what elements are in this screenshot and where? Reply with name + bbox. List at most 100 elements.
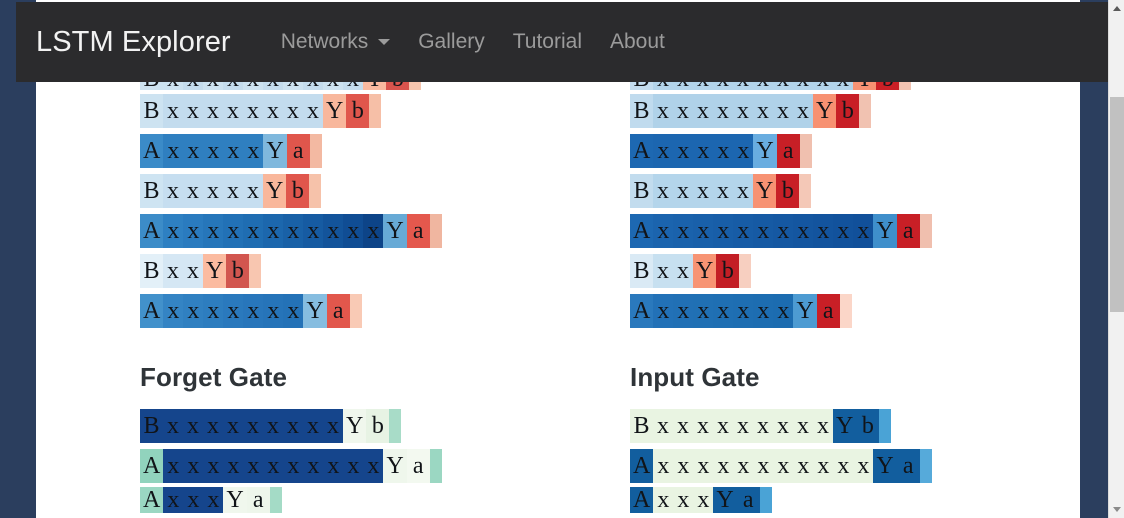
- sequence-cell[interactable]: x: [653, 174, 673, 208]
- sequence-cell[interactable]: x: [733, 409, 753, 443]
- sequence-row[interactable]: BxxxxxxxxYb: [630, 92, 1080, 130]
- sequence-cell[interactable]: x: [673, 214, 694, 248]
- sequence-row[interactable]: BxxYb: [630, 252, 1080, 290]
- sequence-row[interactable]: BxxxxxxxxxxYb: [140, 82, 630, 90]
- sequence-cell[interactable]: x: [813, 449, 834, 483]
- sequence-cell[interactable]: x: [223, 82, 243, 90]
- sequence-cell[interactable]: x: [813, 409, 833, 443]
- sequence-cell[interactable]: x: [653, 449, 674, 483]
- nav-link-tutorial[interactable]: Tutorial: [499, 30, 596, 54]
- sequence-cell[interactable]: a: [896, 449, 920, 483]
- sequence-cell[interactable]: x: [793, 214, 814, 248]
- sequence-cell[interactable]: x: [283, 409, 303, 443]
- sequence-row[interactable]: BxxxxxYb: [140, 172, 630, 210]
- sequence-cell[interactable]: b: [876, 82, 900, 90]
- sequence-cell[interactable]: Y: [383, 449, 407, 483]
- sequence-cell[interactable]: B: [630, 174, 653, 208]
- sequence-cell[interactable]: x: [183, 82, 203, 90]
- sequence-cell-pad[interactable]: [309, 134, 322, 168]
- sequence-cell[interactable]: x: [673, 254, 693, 288]
- sequence-cell[interactable]: A: [140, 294, 164, 328]
- scroll-down-arrow-icon[interactable]: [1109, 501, 1124, 518]
- sequence-cell[interactable]: B: [630, 254, 653, 288]
- sequence-cell[interactable]: A: [140, 214, 164, 248]
- sequence-cell[interactable]: x: [263, 214, 284, 248]
- sequence-cell[interactable]: x: [733, 174, 753, 208]
- sequence-cell[interactable]: x: [653, 294, 674, 328]
- sequence-cell[interactable]: x: [793, 82, 813, 90]
- sequence-cell[interactable]: Y: [753, 134, 777, 168]
- sequence-cell[interactable]: A: [630, 294, 654, 328]
- sequence-cell[interactable]: x: [753, 449, 774, 483]
- sequence-cell[interactable]: x: [163, 82, 183, 90]
- sequence-row[interactable]: AxxxxxxxYa: [630, 292, 1080, 330]
- sequence-cell[interactable]: x: [223, 174, 243, 208]
- sequence-cell[interactable]: x: [343, 449, 364, 483]
- sequence-cell[interactable]: x: [243, 294, 264, 328]
- sequence-cell[interactable]: Y: [263, 134, 287, 168]
- sequence-cell[interactable]: Y: [323, 94, 347, 128]
- sequence-cell[interactable]: x: [833, 82, 853, 90]
- sequence-cell[interactable]: x: [343, 214, 364, 248]
- sequence-cell[interactable]: x: [653, 214, 674, 248]
- sequence-cell[interactable]: x: [673, 82, 693, 90]
- sequence-cell[interactable]: b: [226, 254, 250, 288]
- sequence-cell[interactable]: x: [163, 409, 183, 443]
- sequence-cell[interactable]: Y: [793, 294, 817, 328]
- sequence-cell[interactable]: Y: [363, 82, 387, 90]
- sequence-cell[interactable]: x: [363, 214, 384, 248]
- sequence-cell[interactable]: b: [366, 409, 390, 443]
- sequence-cell[interactable]: a: [896, 214, 920, 248]
- sequence-cell[interactable]: x: [773, 82, 793, 90]
- sequence-cell[interactable]: x: [243, 449, 264, 483]
- sequence-cell[interactable]: x: [163, 294, 184, 328]
- sequence-cell[interactable]: a: [736, 487, 760, 513]
- sequence-cell[interactable]: a: [816, 294, 840, 328]
- sequence-cell[interactable]: x: [283, 94, 303, 128]
- sequence-cell[interactable]: x: [163, 449, 184, 483]
- sequence-cell[interactable]: x: [673, 409, 693, 443]
- sequence-cell-pad[interactable]: [799, 174, 812, 208]
- sequence-cell[interactable]: B: [140, 94, 163, 128]
- sequence-cell[interactable]: x: [163, 214, 184, 248]
- sequence-cell[interactable]: A: [140, 449, 164, 483]
- sequence-cell[interactable]: x: [773, 409, 793, 443]
- sequence-cell[interactable]: Y: [873, 214, 897, 248]
- scroll-up-arrow-icon[interactable]: [1109, 0, 1124, 17]
- sequence-cell[interactable]: x: [343, 82, 363, 90]
- sequence-cell[interactable]: x: [713, 174, 733, 208]
- sequence-cell[interactable]: x: [183, 134, 204, 168]
- sequence-row[interactable]: AxxxYa: [140, 487, 630, 513]
- sequence-cell-pad[interactable]: [349, 294, 362, 328]
- sequence-cell[interactable]: x: [773, 449, 794, 483]
- sequence-cell[interactable]: x: [303, 214, 324, 248]
- sequence-row[interactable]: AxxxxxxxYa: [140, 292, 630, 330]
- sequence-cell[interactable]: x: [323, 82, 343, 90]
- sequence-cell[interactable]: x: [203, 487, 224, 513]
- sequence-cell[interactable]: x: [303, 449, 324, 483]
- sequence-row[interactable]: AxxxxxYa: [630, 132, 1080, 170]
- sequence-cell[interactable]: Y: [203, 254, 227, 288]
- sequence-cell[interactable]: x: [163, 487, 184, 513]
- sequence-cell-pad[interactable]: [369, 94, 382, 128]
- sequence-cell[interactable]: x: [163, 134, 184, 168]
- sequence-cell[interactable]: b: [386, 82, 410, 90]
- sequence-cell[interactable]: x: [673, 94, 693, 128]
- sequence-cell[interactable]: x: [653, 94, 673, 128]
- sequence-cell[interactable]: x: [163, 174, 183, 208]
- sequence-cell[interactable]: x: [163, 254, 183, 288]
- sequence-cell[interactable]: x: [283, 82, 303, 90]
- sequence-cell[interactable]: x: [773, 94, 793, 128]
- sequence-cell[interactable]: x: [183, 487, 204, 513]
- sequence-cell[interactable]: x: [653, 254, 673, 288]
- sequence-cell[interactable]: x: [183, 294, 204, 328]
- sequence-cell[interactable]: Y: [833, 409, 857, 443]
- sequence-cell[interactable]: x: [713, 214, 734, 248]
- sequence-cell[interactable]: x: [693, 294, 714, 328]
- sequence-cell[interactable]: x: [733, 94, 753, 128]
- sequence-cell[interactable]: x: [203, 174, 223, 208]
- sequence-cell[interactable]: x: [203, 294, 224, 328]
- sequence-cell[interactable]: x: [833, 214, 854, 248]
- sequence-cell[interactable]: Y: [263, 174, 287, 208]
- sequence-cell[interactable]: b: [286, 174, 310, 208]
